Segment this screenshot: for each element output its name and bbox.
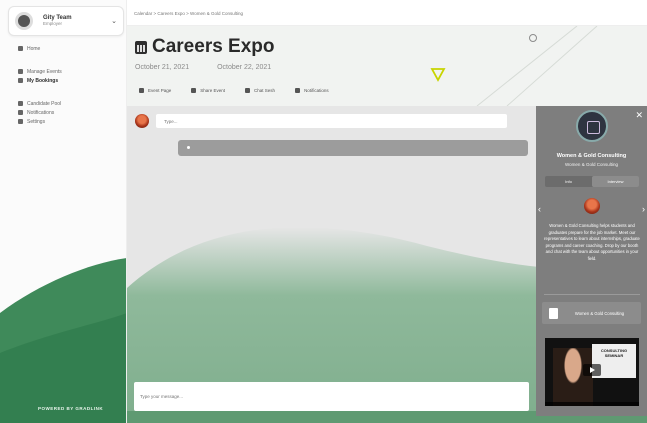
- sidebar-item-label: Settings: [27, 118, 46, 125]
- message-input[interactable]: [134, 382, 529, 411]
- booking-icon: [18, 78, 23, 83]
- sidebar: Gity Team Employer ⌄ Home Manage Events …: [0, 0, 127, 423]
- top-bar: Calendar > Careers Expo > Women & Gold C…: [127, 0, 647, 26]
- divider: [544, 294, 640, 295]
- dot-icon: [187, 146, 190, 149]
- document-link[interactable]: Women & Gold Consulting: [542, 302, 641, 324]
- avatar: [135, 114, 149, 128]
- booth-description: Women & Gold Consulting helps students a…: [544, 223, 640, 261]
- brand-footer: POWERED BY GRADLINK: [38, 406, 104, 411]
- sidebar-item-home[interactable]: Home: [18, 44, 62, 53]
- company-logo: [576, 110, 608, 142]
- chevron-right-icon[interactable]: ›: [642, 204, 645, 214]
- video-thumbnail[interactable]: CONSULTING SEMINAR: [545, 338, 639, 406]
- tab-info[interactable]: Info: [545, 176, 592, 187]
- sidebar-item-candidate-pool[interactable]: Candidate Pool: [18, 99, 62, 108]
- people-icon: [18, 101, 23, 106]
- reply-bar[interactable]: [178, 140, 528, 156]
- booth-tabs: Info Interview: [545, 176, 639, 187]
- gear-icon: [18, 119, 23, 124]
- sidebar-item-label: Notifications: [27, 109, 55, 116]
- calendar-icon: [18, 69, 23, 74]
- comment-input[interactable]: [156, 114, 507, 128]
- profile-subtitle: Employer: [43, 20, 63, 26]
- comment-composer: [135, 114, 507, 128]
- sidebar-item-label: Candidate Pool: [27, 100, 62, 107]
- booth-name: Women & Gold Consulting: [556, 153, 627, 159]
- sidebar-item-label: Manage Events: [27, 68, 62, 75]
- sidebar-item-label: My Bookings: [27, 77, 59, 84]
- document-icon: [549, 307, 558, 319]
- sidebar-item-settings[interactable]: Settings: [18, 117, 62, 126]
- booth-panel: ✕ Women & Gold Consulting Women & Gold C…: [536, 106, 647, 416]
- avatar[interactable]: [584, 198, 600, 214]
- sidebar-wave-decoration: [0, 258, 126, 423]
- bell-icon: [18, 110, 23, 115]
- sidebar-item-manage-events[interactable]: Manage Events: [18, 67, 62, 76]
- home-icon: [18, 46, 23, 51]
- document-label: Women & Gold Consulting: [574, 310, 625, 316]
- sidebar-item-notifications[interactable]: Notifications: [18, 108, 62, 117]
- breadcrumb[interactable]: Calendar > Careers Expo > Women & Gold C…: [134, 11, 243, 16]
- play-icon[interactable]: [583, 364, 601, 376]
- tab-interview[interactable]: Interview: [592, 176, 639, 187]
- profile-logo: [15, 12, 33, 30]
- sidebar-nav: Home Manage Events My Bookings Candidate…: [18, 44, 62, 126]
- booth-subtitle: Women & Gold Consulting: [565, 162, 618, 167]
- sidebar-item-label: Home: [27, 45, 41, 52]
- video-controls[interactable]: [545, 402, 639, 406]
- video-sign-text: CONSULTING SEMINAR: [600, 348, 628, 359]
- chevron-left-icon[interactable]: ‹: [538, 204, 541, 214]
- presenter-image: [553, 348, 593, 406]
- sidebar-item-my-bookings[interactable]: My Bookings: [18, 76, 62, 85]
- chevron-down-icon: ⌄: [111, 18, 117, 25]
- close-icon[interactable]: ✕: [635, 110, 643, 121]
- profile-switcher[interactable]: Gity Team Employer ⌄: [8, 6, 124, 36]
